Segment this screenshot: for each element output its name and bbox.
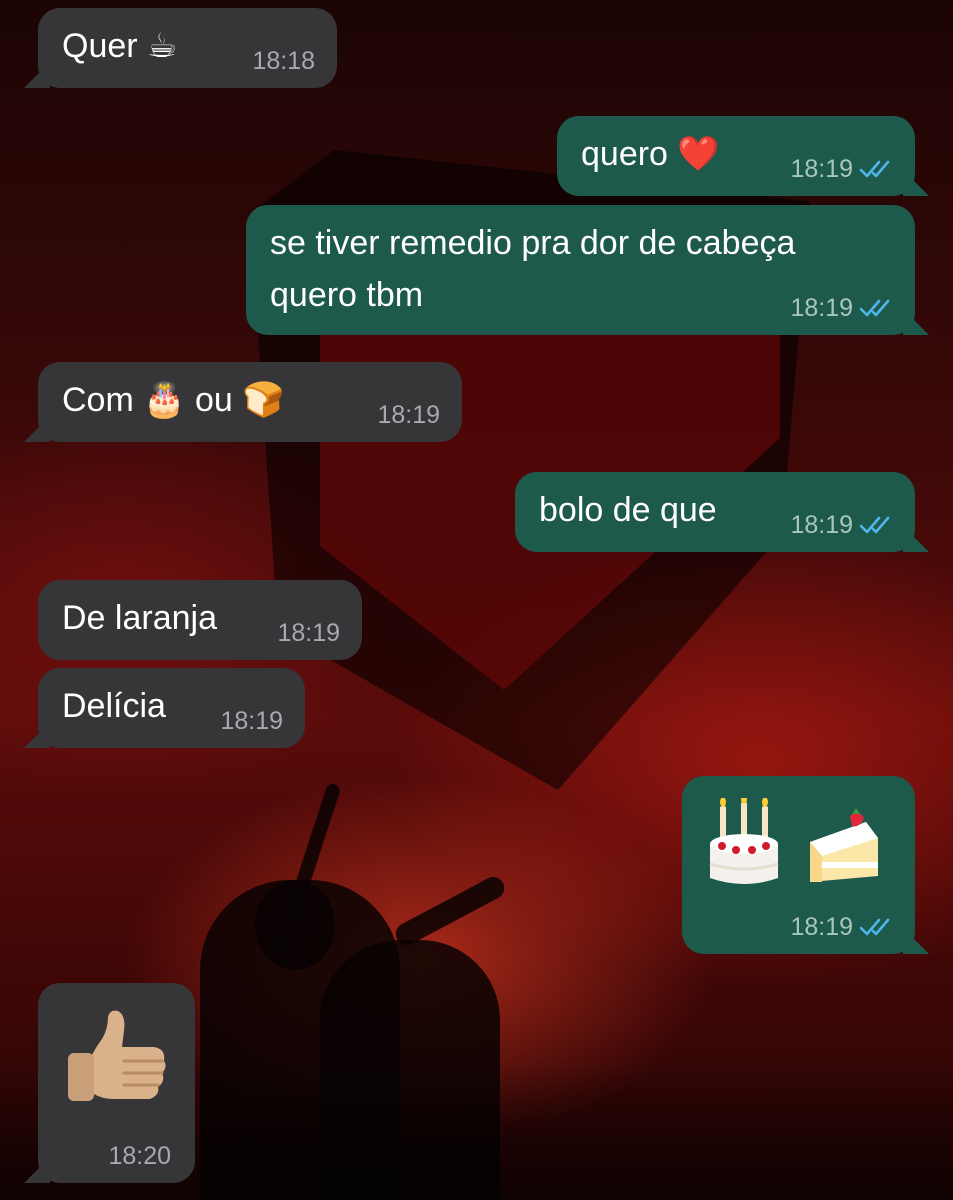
message-bubble-outgoing[interactable]: 18:19: [682, 776, 915, 954]
birthday-cake-icon: [706, 798, 782, 890]
message-meta: 18:19: [790, 154, 893, 184]
read-receipt-double-check-icon: [859, 515, 893, 535]
message-time: 18:19: [790, 294, 853, 322]
read-receipt-double-check-icon: [859, 917, 893, 937]
message-bubble-outgoing[interactable]: bolo de que 18:19: [515, 472, 915, 552]
message-meta: 18:18: [252, 46, 315, 76]
message-bubble-incoming[interactable]: Com 🎂 ou 🍞 18:19: [38, 362, 462, 442]
message-time: 18:18: [252, 47, 315, 75]
read-receipt-double-check-icon: [859, 298, 893, 318]
thumbs-up-icon: [62, 1003, 172, 1113]
message-bubble-incoming[interactable]: De laranja 18:19: [38, 580, 362, 660]
message-bubble-incoming[interactable]: Delícia 18:19: [38, 668, 305, 748]
message-time: 18:19: [377, 401, 440, 429]
message-bubble-incoming[interactable]: 18:20: [38, 983, 195, 1183]
message-time: 18:19: [790, 913, 853, 941]
message-time: 18:20: [108, 1142, 171, 1170]
message-meta: 18:20: [108, 1141, 171, 1171]
read-receipt-double-check-icon: [859, 159, 893, 179]
emoji-message: [706, 798, 882, 890]
message-text: De laranja: [62, 599, 217, 637]
message-bubble-incoming[interactable]: Quer ☕ 18:18: [38, 8, 337, 88]
message-bubble-outgoing[interactable]: quero ❤️ 18:19: [557, 116, 915, 196]
message-meta: 18:19: [377, 400, 440, 430]
message-time: 18:19: [790, 155, 853, 183]
message-time: 18:19: [277, 619, 340, 647]
message-text: Com 🎂 ou 🍞: [62, 381, 285, 419]
message-meta: 18:19: [790, 912, 893, 942]
message-bubble-outgoing[interactable]: se tiver remedio pra dor de cabeça quero…: [246, 205, 915, 335]
shortcake-slice-icon: [806, 798, 882, 890]
message-text: Quer ☕: [62, 27, 178, 65]
message-text: Delícia: [62, 687, 166, 725]
message-time: 18:19: [790, 511, 853, 539]
message-text: bolo de que: [539, 491, 717, 529]
message-time: 18:19: [220, 707, 283, 735]
message-meta: 18:19: [220, 706, 283, 736]
message-meta: 18:19: [790, 293, 893, 323]
message-meta: 18:19: [790, 510, 893, 540]
message-meta: 18:19: [277, 618, 340, 648]
chat-message-list[interactable]: Quer ☕ 18:18 quero ❤️ 18:19 se tiver rem…: [0, 0, 953, 1200]
message-text: quero ❤️: [581, 135, 720, 173]
